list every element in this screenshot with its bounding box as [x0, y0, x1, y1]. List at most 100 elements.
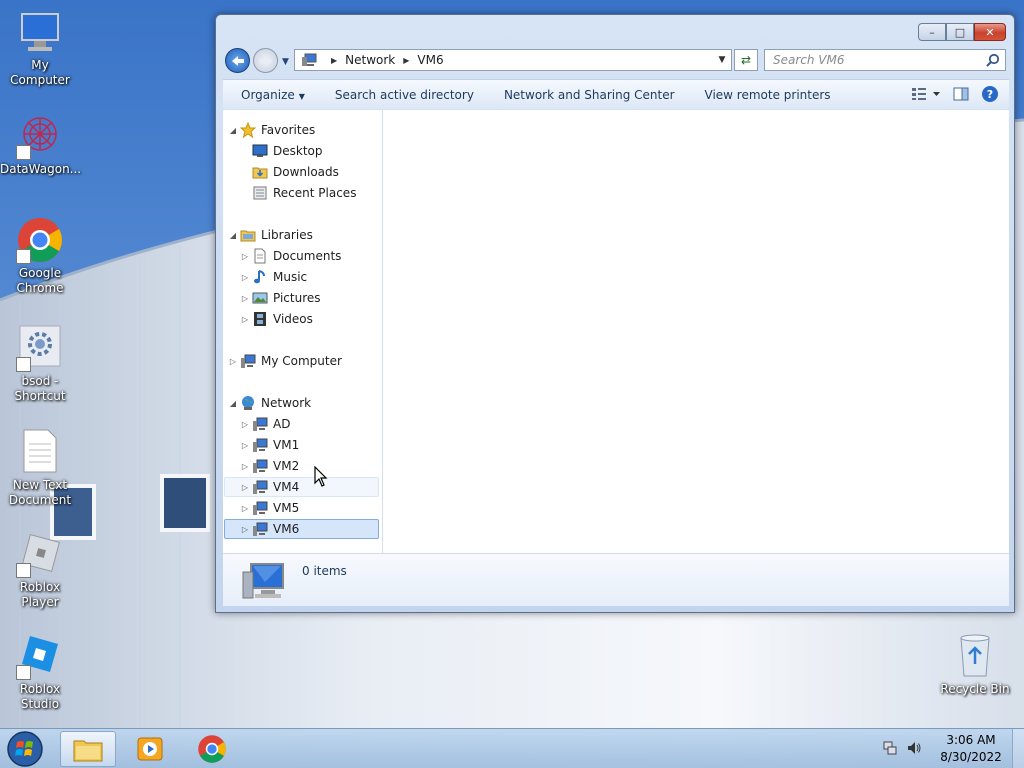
start-button[interactable] — [5, 730, 45, 768]
nav-network-vm4[interactable]: ▷ VM4 — [224, 477, 379, 497]
collapse-arrow-icon[interactable]: ◢ — [228, 399, 238, 408]
desktop-icon-roblox-studio[interactable]: Roblox Studio — [0, 632, 80, 712]
folder-icon — [73, 740, 103, 762]
breadcrumb-vm6[interactable]: VM6 — [417, 53, 443, 67]
windows-start-orb-icon — [7, 731, 43, 767]
expand-arrow-icon[interactable]: ▷ — [240, 525, 250, 534]
libraries-icon — [240, 230, 256, 242]
search-active-directory-button[interactable]: Search active directory — [335, 88, 474, 102]
chevron-down-icon: ▼ — [298, 91, 305, 101]
desktop-icon-new-text-document[interactable]: New Text Document — [0, 428, 80, 508]
forward-button[interactable] — [253, 48, 278, 73]
taskbar-chrome-button[interactable] — [184, 731, 240, 767]
show-desktop-button[interactable] — [1012, 729, 1024, 768]
arrow-left-icon — [231, 55, 244, 66]
close-icon: ✕ — [985, 25, 995, 39]
nav-videos[interactable]: ▷ Videos — [240, 309, 313, 329]
organize-menu[interactable]: Organize ▼ — [241, 88, 305, 102]
nav-label: Favorites — [261, 123, 316, 137]
network-status-icon[interactable] — [882, 740, 898, 759]
roblox-player-icon — [16, 530, 64, 578]
volume-icon[interactable] — [906, 740, 922, 759]
back-button[interactable] — [225, 48, 250, 73]
breadcrumb-separator[interactable]: ▶ — [331, 56, 337, 65]
help-button[interactable]: ? — [981, 85, 999, 106]
breadcrumb-separator[interactable]: ▶ — [403, 56, 409, 65]
expand-arrow-icon[interactable]: ▷ — [240, 252, 250, 261]
text-document-icon — [16, 428, 64, 476]
expand-arrow-icon[interactable]: ▷ — [240, 504, 250, 513]
shortcut-arrow-icon — [16, 249, 31, 264]
nav-network[interactable]: ◢ Network — [228, 393, 311, 413]
desktop-icon-label: Recycle Bin — [940, 682, 1010, 696]
view-options-icon — [912, 88, 940, 100]
nav-network-vm2[interactable]: ▷ VM2 — [240, 456, 299, 476]
svg-text:?: ? — [987, 88, 993, 101]
desktop-icon-bsod-shortcut[interactable]: bsod - Shortcut — [0, 324, 80, 404]
preview-pane-button[interactable] — [953, 87, 969, 104]
view-remote-printers-button[interactable]: View remote printers — [705, 88, 831, 102]
close-button[interactable]: ✕ — [974, 23, 1006, 41]
nav-network-vm6[interactable]: ▷ VM6 — [224, 519, 379, 539]
desktop-icon-datawagon[interactable]: DataWagon... — [0, 112, 82, 177]
minimize-button[interactable]: – — [918, 23, 946, 41]
expand-arrow-icon[interactable]: ▷ — [240, 273, 250, 282]
nav-my-computer[interactable]: ▷ My Computer — [228, 351, 342, 371]
search-input[interactable]: Search VM6 — [764, 49, 1006, 71]
network-computer-icon — [242, 563, 284, 599]
desktop-icon-google-chrome[interactable]: Google Chrome — [0, 216, 80, 296]
pictures-icon — [252, 292, 268, 304]
maximize-button[interactable]: □ — [946, 23, 974, 41]
clock[interactable]: 3:06 AM 8/30/2022 — [936, 732, 1006, 766]
breadcrumb-network[interactable]: Network — [345, 53, 395, 67]
datawagon-icon — [16, 112, 64, 160]
nav-music[interactable]: ▷ Music — [240, 267, 307, 287]
nav-label: My Computer — [261, 354, 342, 368]
documents-icon — [254, 248, 266, 264]
collapse-arrow-icon[interactable]: ◢ — [228, 126, 238, 135]
mouse-cursor-icon — [314, 466, 328, 487]
desktop-icon-label: New Text Document — [8, 478, 72, 507]
explorer-window[interactable]: – □ ✕ ▼ ▶ Network ▶ VM6 ▼ ⇄ Search VM6 O… — [215, 14, 1015, 613]
desktop-icon-my-computer[interactable]: My Computer — [0, 8, 80, 88]
desktop-icon-recycle-bin[interactable]: Recycle Bin — [935, 632, 1015, 697]
expand-arrow-icon[interactable]: ▷ — [240, 441, 250, 450]
nav-network-ad[interactable]: ▷ AD — [240, 414, 290, 434]
desktop-icon-roblox-player[interactable]: Roblox Player — [0, 530, 80, 610]
network-computer-icon — [253, 438, 268, 452]
collapse-arrow-icon[interactable]: ◢ — [228, 231, 238, 240]
change-view-button[interactable] — [911, 87, 941, 104]
taskbar-media-player-button[interactable] — [122, 731, 178, 767]
taskbar-explorer-button[interactable] — [60, 731, 116, 767]
recent-pages-dropdown[interactable]: ▼ — [282, 57, 289, 67]
nav-label: Desktop — [273, 144, 323, 158]
expand-arrow-icon[interactable]: ▷ — [240, 483, 250, 492]
navigation-pane[interactable]: ◢ Favorites Desktop Downloads Recent Pla… — [223, 110, 383, 553]
expand-arrow-icon[interactable]: ▷ — [228, 357, 238, 366]
nav-recent-places[interactable]: Recent Places — [240, 183, 356, 203]
details-pane: 0 items — [223, 553, 1009, 606]
nav-network-vm1[interactable]: ▷ VM1 — [240, 435, 299, 455]
nav-pictures[interactable]: ▷ Pictures — [240, 288, 321, 308]
refresh-button[interactable]: ⇄ — [734, 49, 758, 71]
nav-network-vm5[interactable]: ▷ VM5 — [240, 498, 299, 518]
expand-arrow-icon[interactable]: ▷ — [240, 294, 250, 303]
expand-arrow-icon[interactable]: ▷ — [240, 420, 250, 429]
nav-downloads[interactable]: Downloads — [240, 162, 339, 182]
expand-arrow-icon[interactable]: ▷ — [240, 315, 250, 324]
nav-favorites[interactable]: ◢ Favorites — [228, 120, 315, 140]
chrome-icon — [16, 216, 64, 264]
nav-documents[interactable]: ▷ Documents — [240, 246, 341, 266]
nav-desktop[interactable]: Desktop — [240, 141, 323, 161]
desktop-icon-label: Roblox Studio — [19, 682, 61, 711]
desktop-icon-label: DataWagon... — [0, 162, 82, 176]
expand-arrow-icon[interactable]: ▷ — [240, 462, 250, 471]
network-computer-icon — [253, 522, 268, 536]
address-bar[interactable]: ▶ Network ▶ VM6 ▼ — [294, 49, 732, 71]
search-icon[interactable] — [986, 53, 1000, 67]
address-history-dropdown[interactable]: ▼ — [713, 50, 731, 70]
nav-libraries[interactable]: ◢ Libraries — [228, 225, 313, 245]
file-list-area[interactable] — [383, 110, 1009, 553]
chevron-down-icon: ▼ — [718, 55, 726, 65]
network-sharing-center-button[interactable]: Network and Sharing Center — [504, 88, 675, 102]
